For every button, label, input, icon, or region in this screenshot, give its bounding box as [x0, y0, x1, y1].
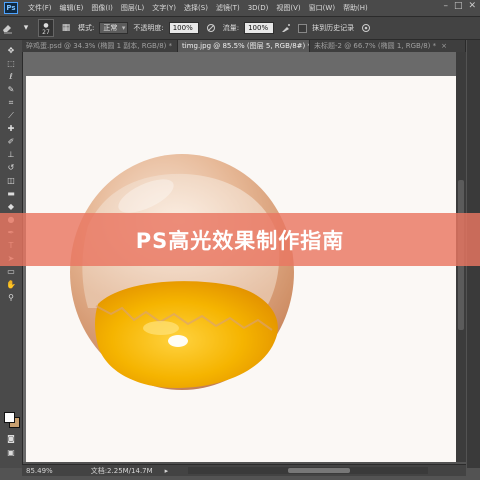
document-size: 文档:2.25M/14.7M: [90, 466, 153, 475]
menu-filter[interactable]: 滤镜(T): [212, 3, 244, 13]
menu-file[interactable]: 文件(F): [24, 3, 56, 13]
brush-panel-icon[interactable]: ▦: [59, 21, 73, 35]
quick-mask-icon[interactable]: ◙: [4, 434, 18, 444]
clone-stamp-icon[interactable]: ⊥: [4, 150, 18, 160]
pressure-size-icon[interactable]: [359, 21, 373, 35]
history-brush-icon[interactable]: ↺: [4, 163, 18, 173]
maximize-button[interactable]: □: [454, 1, 463, 11]
brush-icon[interactable]: ✐: [4, 137, 18, 147]
eraser-icon[interactable]: ◫: [4, 176, 18, 186]
menu-bar: Ps 文件(F) 编辑(E) 图像(I) 图层(L) 文字(Y) 选择(S) 滤…: [0, 0, 480, 17]
erase-to-history-checkbox[interactable]: [298, 23, 308, 33]
menu-window[interactable]: 窗口(W): [305, 3, 339, 13]
menu-image[interactable]: 图像(I): [87, 3, 117, 13]
pressure-opacity-icon[interactable]: [204, 21, 218, 35]
banner-title: PS高光效果制作指南: [135, 228, 345, 253]
tab-timg-jpg[interactable]: timg.jpg @ 85.5% (图层 5, RGB/8#) * ×: [178, 40, 310, 52]
tab-label: timg.jpg @ 85.5% (图层 5, RGB/8#) *: [182, 42, 310, 50]
move-icon[interactable]: ✥: [4, 46, 18, 56]
shape-icon[interactable]: ▭: [4, 267, 18, 277]
marquee-icon[interactable]: ⬚: [4, 59, 18, 69]
flow-input[interactable]: 100%: [244, 22, 275, 34]
status-menu-arrow-icon[interactable]: ▸: [165, 467, 169, 475]
yolk-highlight: [168, 335, 188, 347]
broken-egg-illustration: [70, 154, 294, 390]
photoshop-logo: Ps: [4, 2, 18, 14]
tab-close-icon[interactable]: ×: [441, 40, 447, 52]
opacity-label: 不透明度:: [133, 24, 164, 32]
brush-preset-picker[interactable]: ● 27: [38, 19, 54, 37]
crop-icon[interactable]: ⌗: [4, 98, 18, 108]
menu-type[interactable]: 文字(Y): [148, 3, 180, 13]
tab-label: 未标题-2 @ 66.7% (椭圆 1, RGB/8) *: [314, 42, 437, 50]
quick-select-icon[interactable]: ✎: [4, 85, 18, 95]
healing-icon[interactable]: ✚: [4, 124, 18, 134]
horizontal-scrollbar[interactable]: [188, 467, 428, 474]
blur-icon[interactable]: ◆: [4, 202, 18, 212]
minimize-button[interactable]: –: [443, 1, 448, 11]
egg-yolk: [95, 281, 278, 388]
document-tabs: 碎鸡蛋.psd @ 34.3% (椭圆 1 副本, RGB/8) * × tim…: [22, 40, 466, 52]
gradient-icon[interactable]: ▬: [4, 189, 18, 199]
tool-preset-dropdown-icon[interactable]: ▾: [19, 21, 33, 35]
menu-3d[interactable]: 3D(D): [244, 4, 273, 12]
yolk-soft-highlight: [143, 321, 179, 335]
brush-size-value: 27: [42, 29, 50, 36]
foreground-color-swatch[interactable]: [4, 412, 15, 423]
airbrush-icon[interactable]: [279, 21, 293, 35]
menu-view[interactable]: 视图(V): [272, 3, 304, 13]
flow-label: 流量:: [222, 24, 240, 32]
tab-eggshell-psd[interactable]: 碎鸡蛋.psd @ 34.3% (椭圆 1 副本, RGB/8) * ×: [22, 40, 178, 52]
hand-icon[interactable]: ✋: [4, 280, 18, 290]
menu-edit[interactable]: 编辑(E): [56, 3, 88, 13]
window-controls: – □ ✕: [443, 1, 476, 11]
close-button[interactable]: ✕: [468, 1, 476, 11]
eyedropper-icon[interactable]: ⟋: [4, 111, 18, 121]
tab-untitled-2[interactable]: 未标题-2 @ 66.7% (椭圆 1, RGB/8) * ×: [310, 40, 466, 52]
mode-select[interactable]: 正常: [99, 22, 129, 34]
opacity-input[interactable]: 100%: [168, 22, 199, 34]
mode-label: 模式:: [78, 24, 95, 32]
menu-select[interactable]: 选择(S): [180, 3, 212, 13]
zoom-level[interactable]: 85.49%: [26, 467, 53, 475]
tab-label: 碎鸡蛋.psd @ 34.3% (椭圆 1 副本, RGB/8) *: [26, 42, 173, 50]
options-bar: ▾ ● 27 ▦ 模式: 正常 不透明度: 100% 流量: 100% 抹到历史…: [0, 17, 480, 40]
document-image[interactable]: [26, 76, 456, 462]
menu-layer[interactable]: 图层(L): [117, 3, 148, 13]
lasso-icon[interactable]: ℓ: [4, 72, 18, 82]
zoom-icon[interactable]: ⚲: [4, 293, 18, 303]
screen-mode-icon[interactable]: ▣: [4, 448, 18, 458]
eraser-tool-icon[interactable]: [0, 21, 14, 35]
menu-help[interactable]: 帮助(H): [339, 3, 372, 13]
erase-to-history-label: 抹到历史记录: [312, 24, 355, 32]
horizontal-scroll-thumb[interactable]: [288, 468, 350, 473]
title-banner: PS高光效果制作指南: [0, 213, 480, 266]
